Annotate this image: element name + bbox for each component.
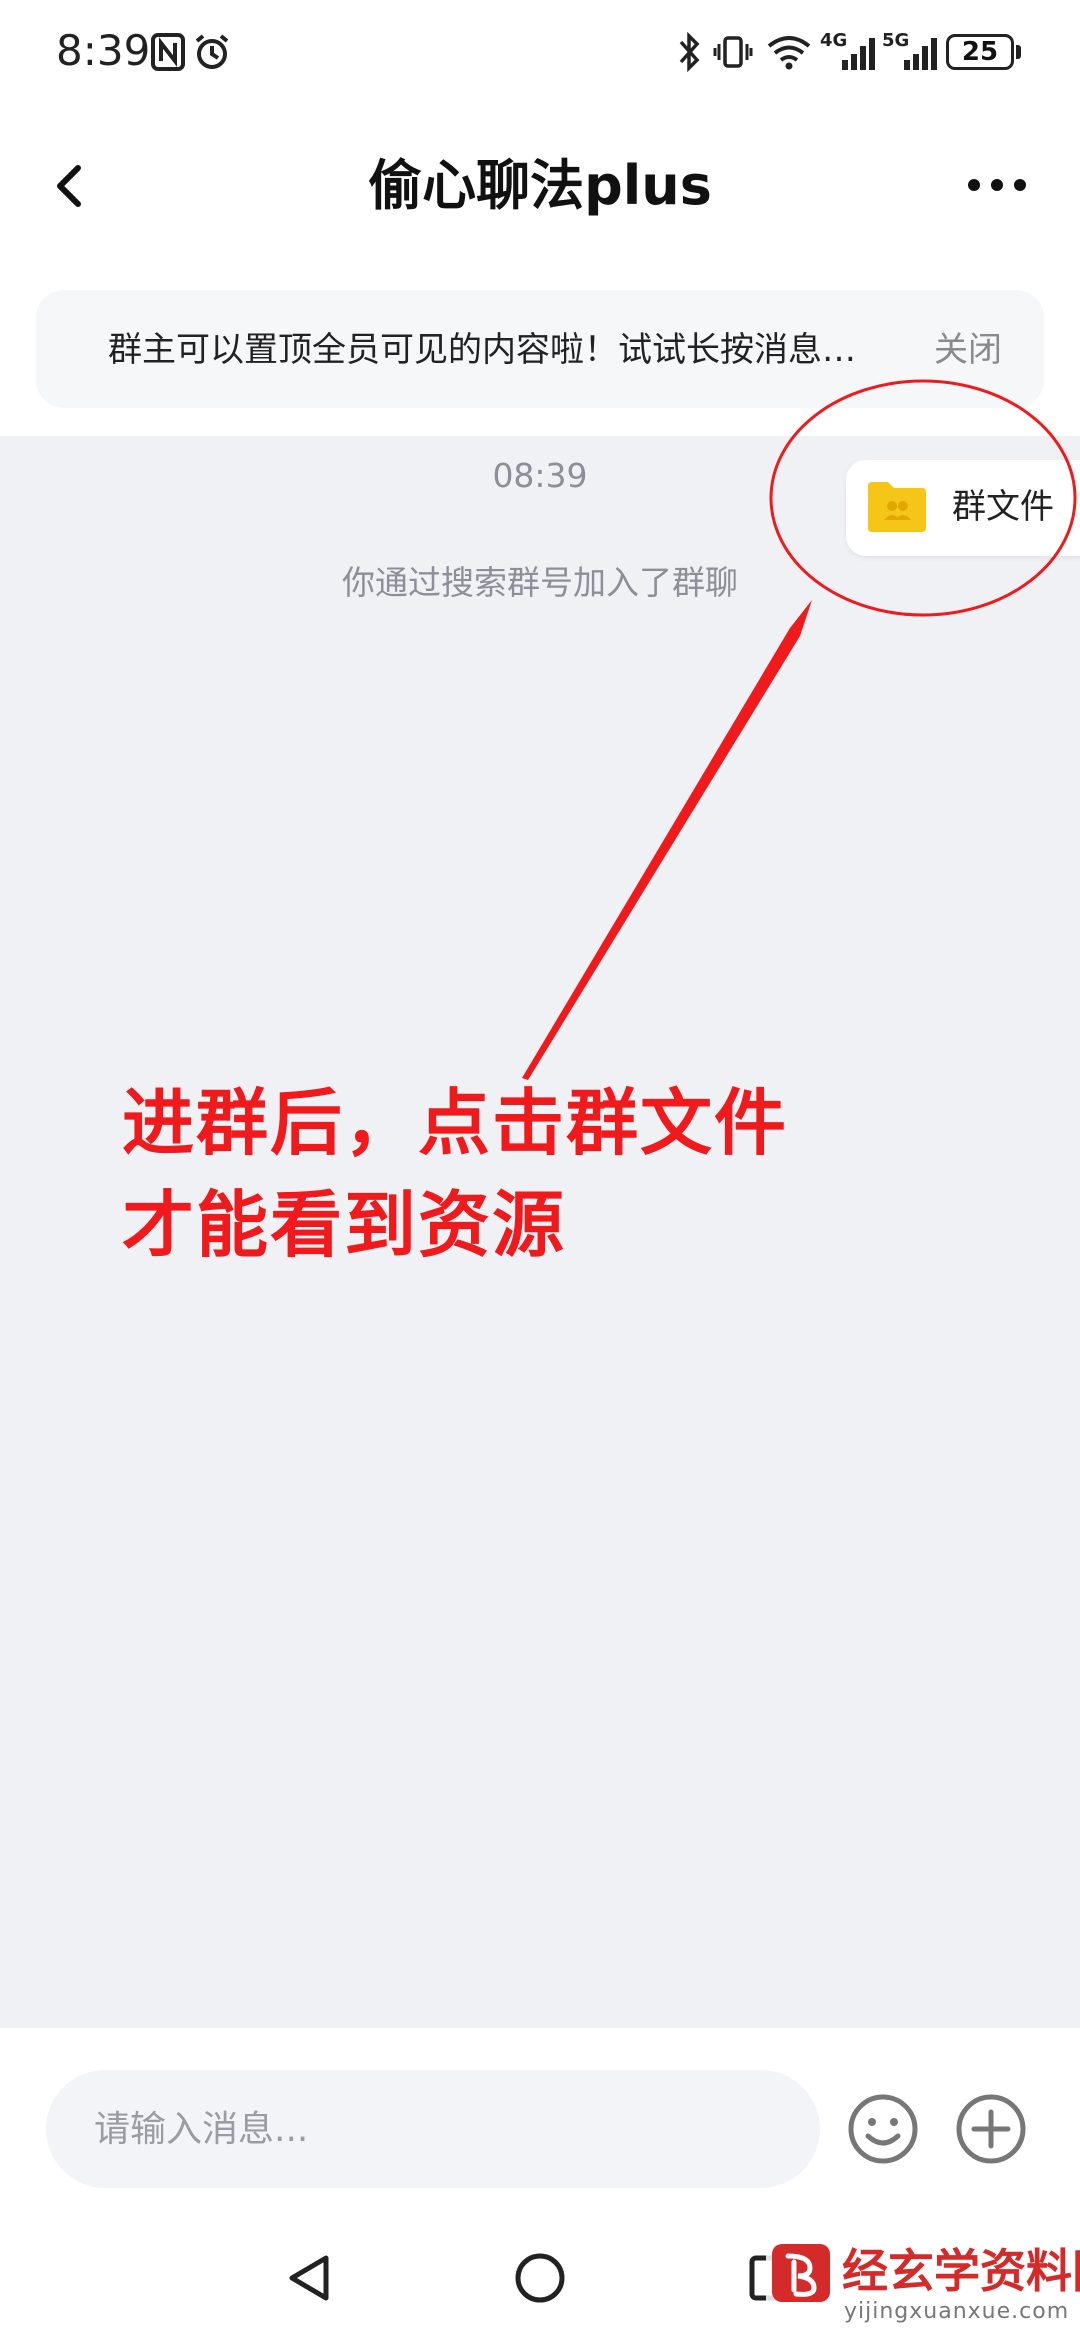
bluetooth-icon <box>674 30 704 74</box>
page-title: 偷心聊法plus <box>368 154 712 217</box>
vibrate-icon <box>712 30 754 74</box>
chat-timestamp: 08:39 <box>492 456 588 495</box>
network-4g-label: 4G <box>820 30 848 51</box>
message-input[interactable] <box>46 2070 820 2188</box>
signal-4g-icon: 4G <box>820 30 876 74</box>
group-file-label: 群文件 <box>952 487 1054 527</box>
signal-5g-icon: 5G <box>882 30 938 74</box>
chevron-left-icon[interactable] <box>44 150 100 222</box>
watermark-subtitle: yijingxuanxue.com <box>844 2299 1070 2324</box>
watermark-logo-icon <box>770 2242 832 2304</box>
battery-tip <box>1016 45 1021 59</box>
folder-icon <box>864 476 930 536</box>
more-dots-icon[interactable] <box>962 160 1032 210</box>
plus-circle-icon[interactable] <box>954 2092 1028 2166</box>
system-message: 你通过搜索群号加入了群聊 <box>342 563 738 602</box>
tip-close-button[interactable]: 关闭 <box>934 328 1002 372</box>
circle-home-icon[interactable] <box>512 2250 568 2306</box>
triangle-back-icon[interactable] <box>282 2250 338 2306</box>
watermark-title: 经玄学资料网 <box>842 2244 1080 2298</box>
battery-level: 25 <box>961 37 999 67</box>
network-5g-label: 5G <box>882 30 910 51</box>
annotation-line-1: 进群后，点击群文件 <box>122 1081 789 1165</box>
annotation-line-2: 才能看到资源 <box>122 1183 567 1267</box>
status-time: 8:39 <box>56 26 151 75</box>
pin-tip-text: 群主可以置顶全员可见的内容啦！试试长按消息… <box>108 330 856 370</box>
wifi-icon <box>764 30 814 74</box>
smiley-icon[interactable] <box>846 2092 920 2166</box>
battery-icon: 25 <box>946 34 1014 70</box>
nfc-icon <box>148 30 188 74</box>
alarm-icon <box>190 30 234 74</box>
